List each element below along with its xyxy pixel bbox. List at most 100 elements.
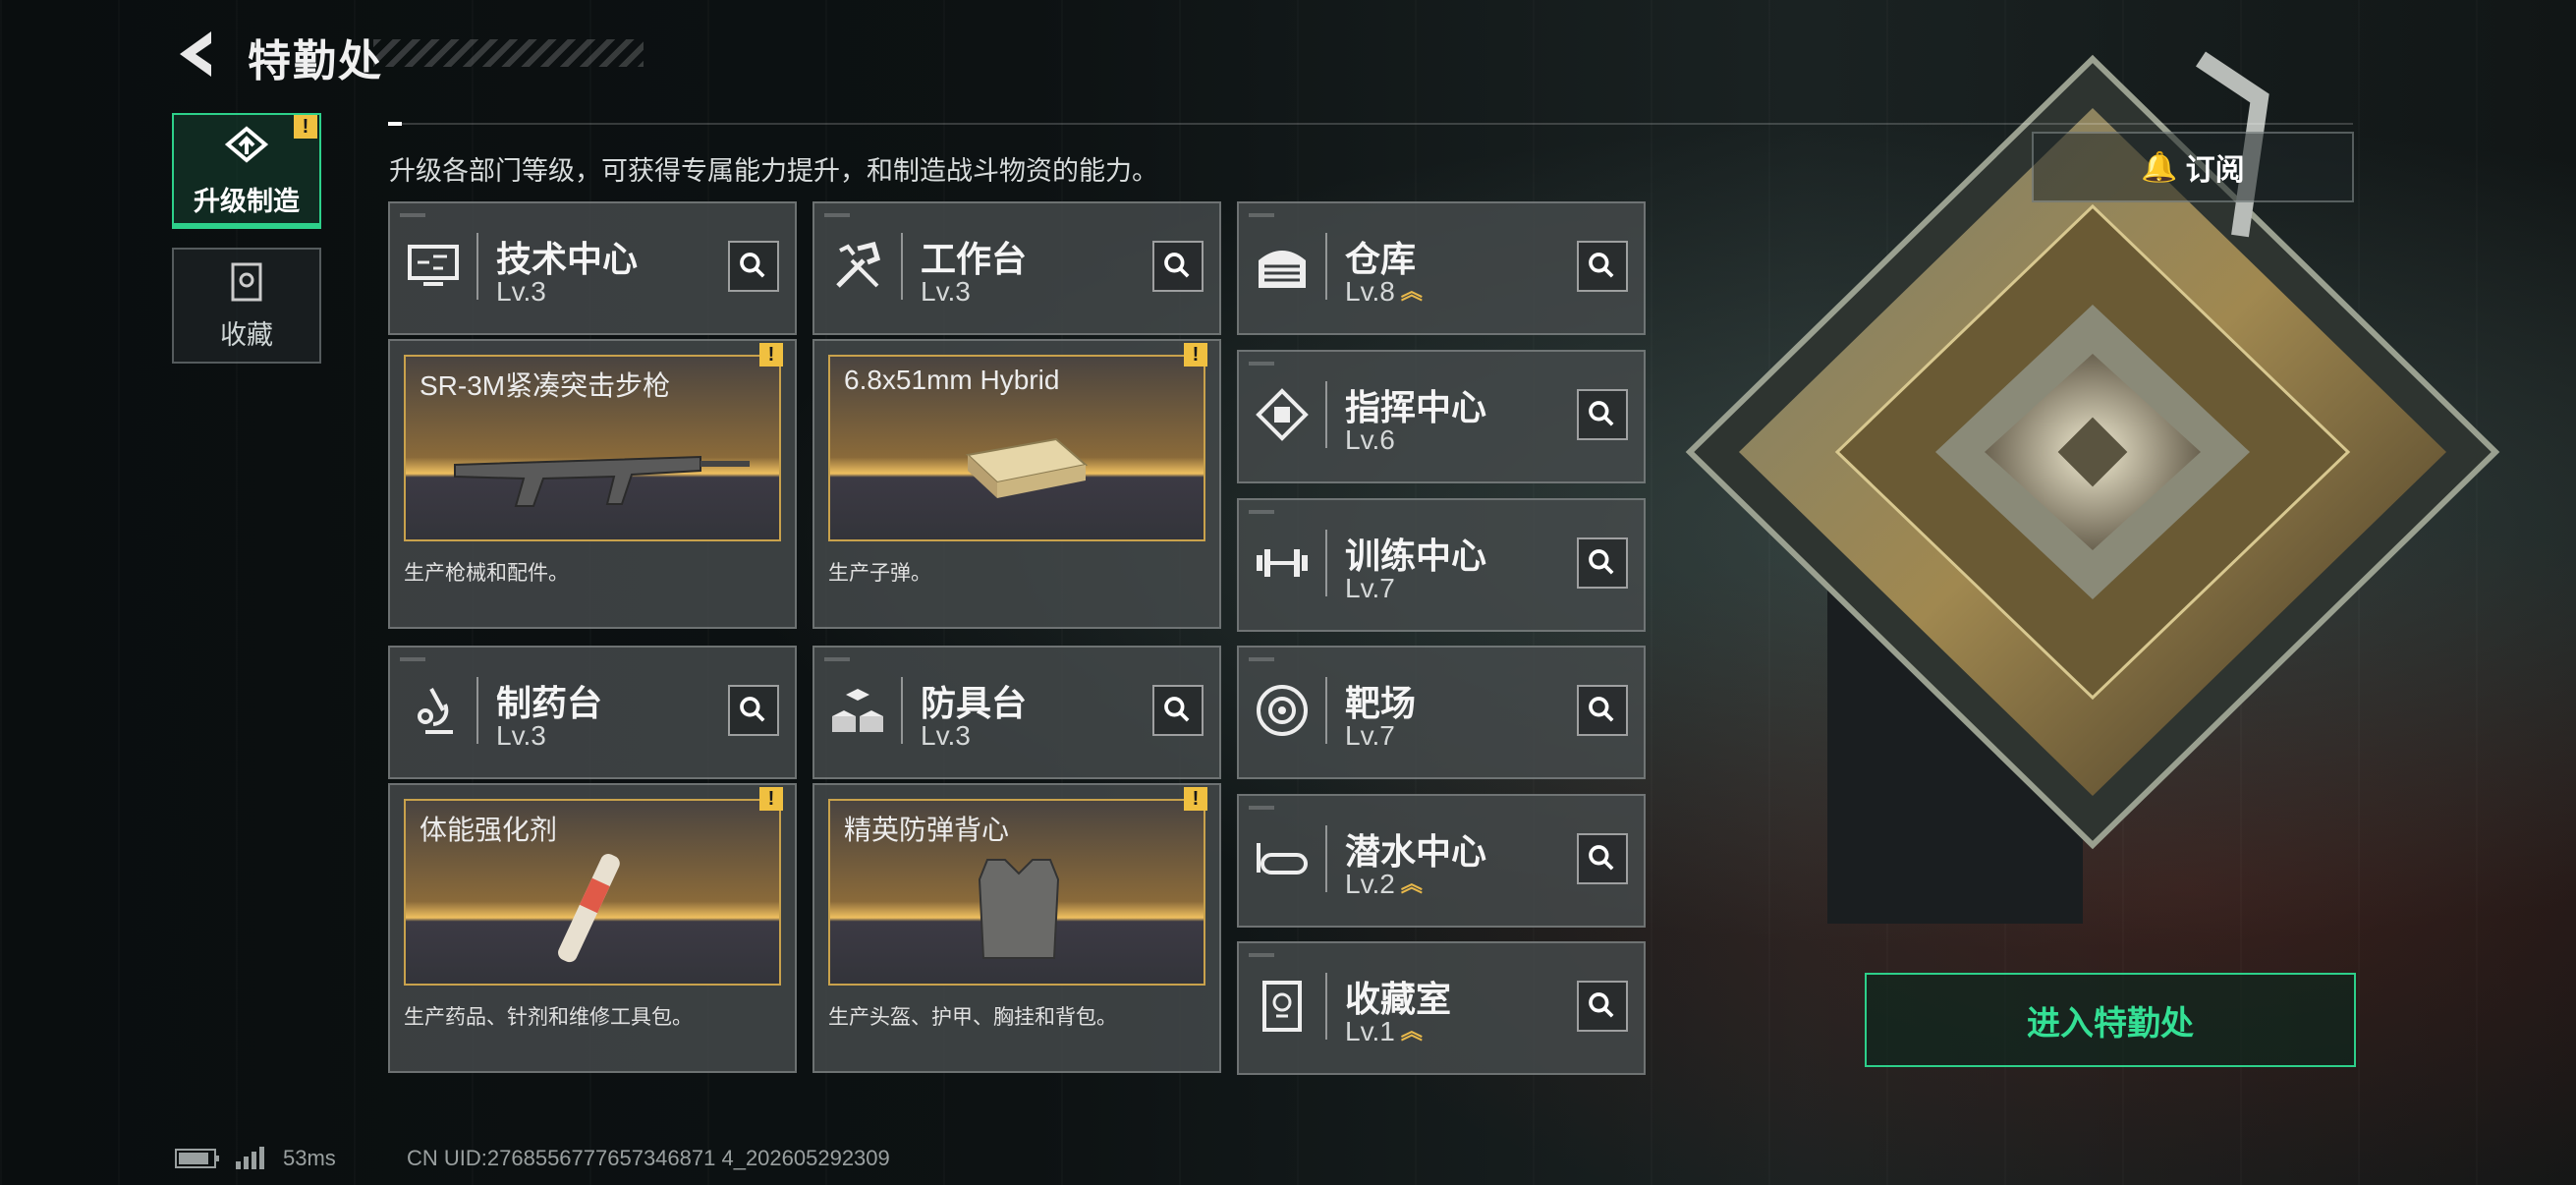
product-card-ammo[interactable]: 6.8x51mm Hybrid ! 生产子弹。 bbox=[812, 339, 1221, 629]
search-icon bbox=[1589, 992, 1614, 1018]
page-description: 升级各部门等级，可获得专属能力提升，和制造战斗物资的能力。 bbox=[389, 156, 1158, 186]
workshop-name: 仓库 bbox=[1345, 239, 1417, 279]
goggles-icon bbox=[1257, 843, 1308, 875]
workshop-name: 指挥中心 bbox=[1345, 387, 1487, 427]
search-icon bbox=[740, 697, 765, 722]
search-icon bbox=[1164, 697, 1190, 722]
search-icon bbox=[1589, 401, 1614, 426]
workshop-tech-center[interactable]: 技术中心 Lv.3 bbox=[388, 201, 797, 335]
enter-special-ops-button[interactable]: 进入特勤处 bbox=[1865, 973, 2356, 1067]
workshop-level: Lv.7 bbox=[1345, 573, 1395, 604]
product-description: 生产头盔、护甲、胸挂和背包。 bbox=[828, 1006, 1117, 1029]
panel-tag bbox=[1249, 213, 1274, 217]
workshop-name: 训练中心 bbox=[1345, 536, 1487, 576]
panel-separator bbox=[901, 677, 903, 744]
panel-separator bbox=[1325, 973, 1327, 1040]
ping-readout: 53ms bbox=[283, 1146, 336, 1170]
search-icon bbox=[1589, 697, 1614, 722]
workshop-command-center[interactable]: 指挥中心 Lv.6 bbox=[1237, 350, 1646, 483]
monitor-icon bbox=[408, 245, 459, 286]
inspect-button[interactable] bbox=[1577, 685, 1628, 736]
subscribe-button[interactable]: 🔔 订阅 bbox=[2032, 132, 2354, 202]
workshop-shooting-range[interactable]: 靶场 Lv.7 bbox=[1237, 646, 1646, 779]
workshop-name: 技术中心 bbox=[496, 239, 639, 279]
panel-tag bbox=[824, 213, 850, 217]
workshop-diving-center[interactable]: 潜水中心 Lv.2 ︽ bbox=[1237, 794, 1646, 928]
subscribe-label: 订阅 bbox=[2185, 154, 2245, 187]
level-text: Lv.1 bbox=[1345, 1016, 1395, 1046]
ammo-box-icon bbox=[965, 437, 1089, 498]
battery-icon bbox=[175, 1149, 219, 1168]
level-text: Lv.2 bbox=[1345, 869, 1395, 899]
inspect-button[interactable] bbox=[1152, 241, 1204, 292]
workshop-level: Lv.3 bbox=[496, 276, 546, 308]
inspect-button[interactable] bbox=[1577, 389, 1628, 440]
workshop-training-center[interactable]: 训练中心 Lv.7 bbox=[1237, 498, 1646, 632]
workshop-name: 收藏室 bbox=[1345, 979, 1452, 1019]
panel-tag bbox=[1249, 657, 1274, 661]
product-image-frame: 6.8x51mm Hybrid bbox=[828, 355, 1205, 541]
inspect-button[interactable] bbox=[1577, 833, 1628, 884]
inspect-button[interactable] bbox=[1577, 981, 1628, 1032]
trophy-icon bbox=[1262, 981, 1302, 1032]
workshop-workbench[interactable]: 工作台 Lv.3 bbox=[812, 201, 1221, 335]
cubes-icon bbox=[832, 689, 883, 732]
inspect-button[interactable] bbox=[728, 241, 779, 292]
panel-tag bbox=[824, 657, 850, 661]
level-text: Lv.3 bbox=[496, 720, 546, 751]
product-card-stimulant[interactable]: 体能强化剂 ! 生产药品、针剂和维修工具包。 bbox=[388, 783, 797, 1073]
upgrade-available-icon: ︽ bbox=[1400, 872, 1423, 896]
product-description: 生产药品、针剂和维修工具包。 bbox=[404, 1006, 693, 1029]
tools-icon bbox=[836, 241, 881, 288]
alert-badge: ! bbox=[294, 115, 317, 139]
inspect-button[interactable] bbox=[728, 685, 779, 736]
inspect-button[interactable] bbox=[1577, 241, 1628, 292]
nav-collection[interactable]: 收藏 bbox=[172, 248, 321, 364]
vest-icon bbox=[978, 859, 1060, 959]
workshop-armory[interactable]: 防具台 Lv.3 bbox=[812, 646, 1221, 779]
workshop-level: Lv.6 bbox=[1345, 424, 1395, 456]
product-card-rifle[interactable]: SR-3M紧凑突击步枪 ! 生产枪械和配件。 bbox=[388, 339, 797, 629]
upgrade-available-icon: ︽ bbox=[1400, 1019, 1423, 1044]
panel-tag bbox=[1249, 362, 1274, 366]
search-icon bbox=[740, 253, 765, 278]
title-decoration bbox=[373, 39, 644, 67]
workshop-pharmacy[interactable]: 制药台 Lv.3 bbox=[388, 646, 797, 779]
alert-badge: ! bbox=[759, 787, 783, 811]
warehouse-icon bbox=[1259, 251, 1306, 288]
product-card-vest[interactable]: 精英防弹背心 ! 生产头盔、护甲、胸挂和背包。 bbox=[812, 783, 1221, 1073]
panel-tag bbox=[1249, 510, 1274, 514]
panel-separator bbox=[1325, 825, 1327, 892]
level-text: Lv.3 bbox=[496, 276, 546, 307]
header-divider bbox=[388, 122, 2353, 126]
workshop-level: Lv.3 bbox=[921, 720, 971, 752]
level-text: Lv.7 bbox=[1345, 720, 1395, 751]
workshop-collection-room[interactable]: 收藏室 Lv.1 ︽ bbox=[1237, 941, 1646, 1075]
microscope-icon bbox=[418, 688, 453, 734]
inspect-button[interactable] bbox=[1577, 537, 1628, 589]
status-bar: 53ms bbox=[175, 1146, 336, 1171]
back-arrow-icon[interactable] bbox=[172, 28, 219, 81]
level-text: Lv.8 bbox=[1345, 276, 1395, 307]
injector-icon bbox=[558, 854, 620, 963]
search-icon bbox=[1164, 253, 1190, 278]
level-text: Lv.3 bbox=[921, 276, 971, 307]
panel-separator bbox=[476, 233, 478, 300]
workshop-level: Lv.3 bbox=[921, 276, 971, 308]
workshop-level: Lv.1 ︽ bbox=[1345, 1016, 1423, 1047]
bell-icon: 🔔 bbox=[2141, 150, 2178, 184]
inspect-button[interactable] bbox=[1152, 685, 1204, 736]
panel-tag bbox=[400, 213, 425, 217]
level-text: Lv.3 bbox=[921, 720, 971, 751]
product-description: 生产枪械和配件。 bbox=[404, 562, 569, 585]
rifle-icon bbox=[454, 455, 750, 507]
nav-upgrade-manufacture[interactable]: 升级制造 ! bbox=[172, 113, 321, 229]
panel-separator bbox=[1325, 381, 1327, 448]
workshop-warehouse[interactable]: 仓库 Lv.8 ︽ bbox=[1237, 201, 1646, 335]
nav-label-upgrade: 升级制造 bbox=[194, 186, 300, 216]
collection-icon bbox=[231, 262, 262, 301]
panel-separator bbox=[901, 233, 903, 300]
nav-label-collection: 收藏 bbox=[220, 319, 273, 350]
upgrade-icon bbox=[224, 125, 269, 163]
search-icon bbox=[1589, 253, 1614, 278]
